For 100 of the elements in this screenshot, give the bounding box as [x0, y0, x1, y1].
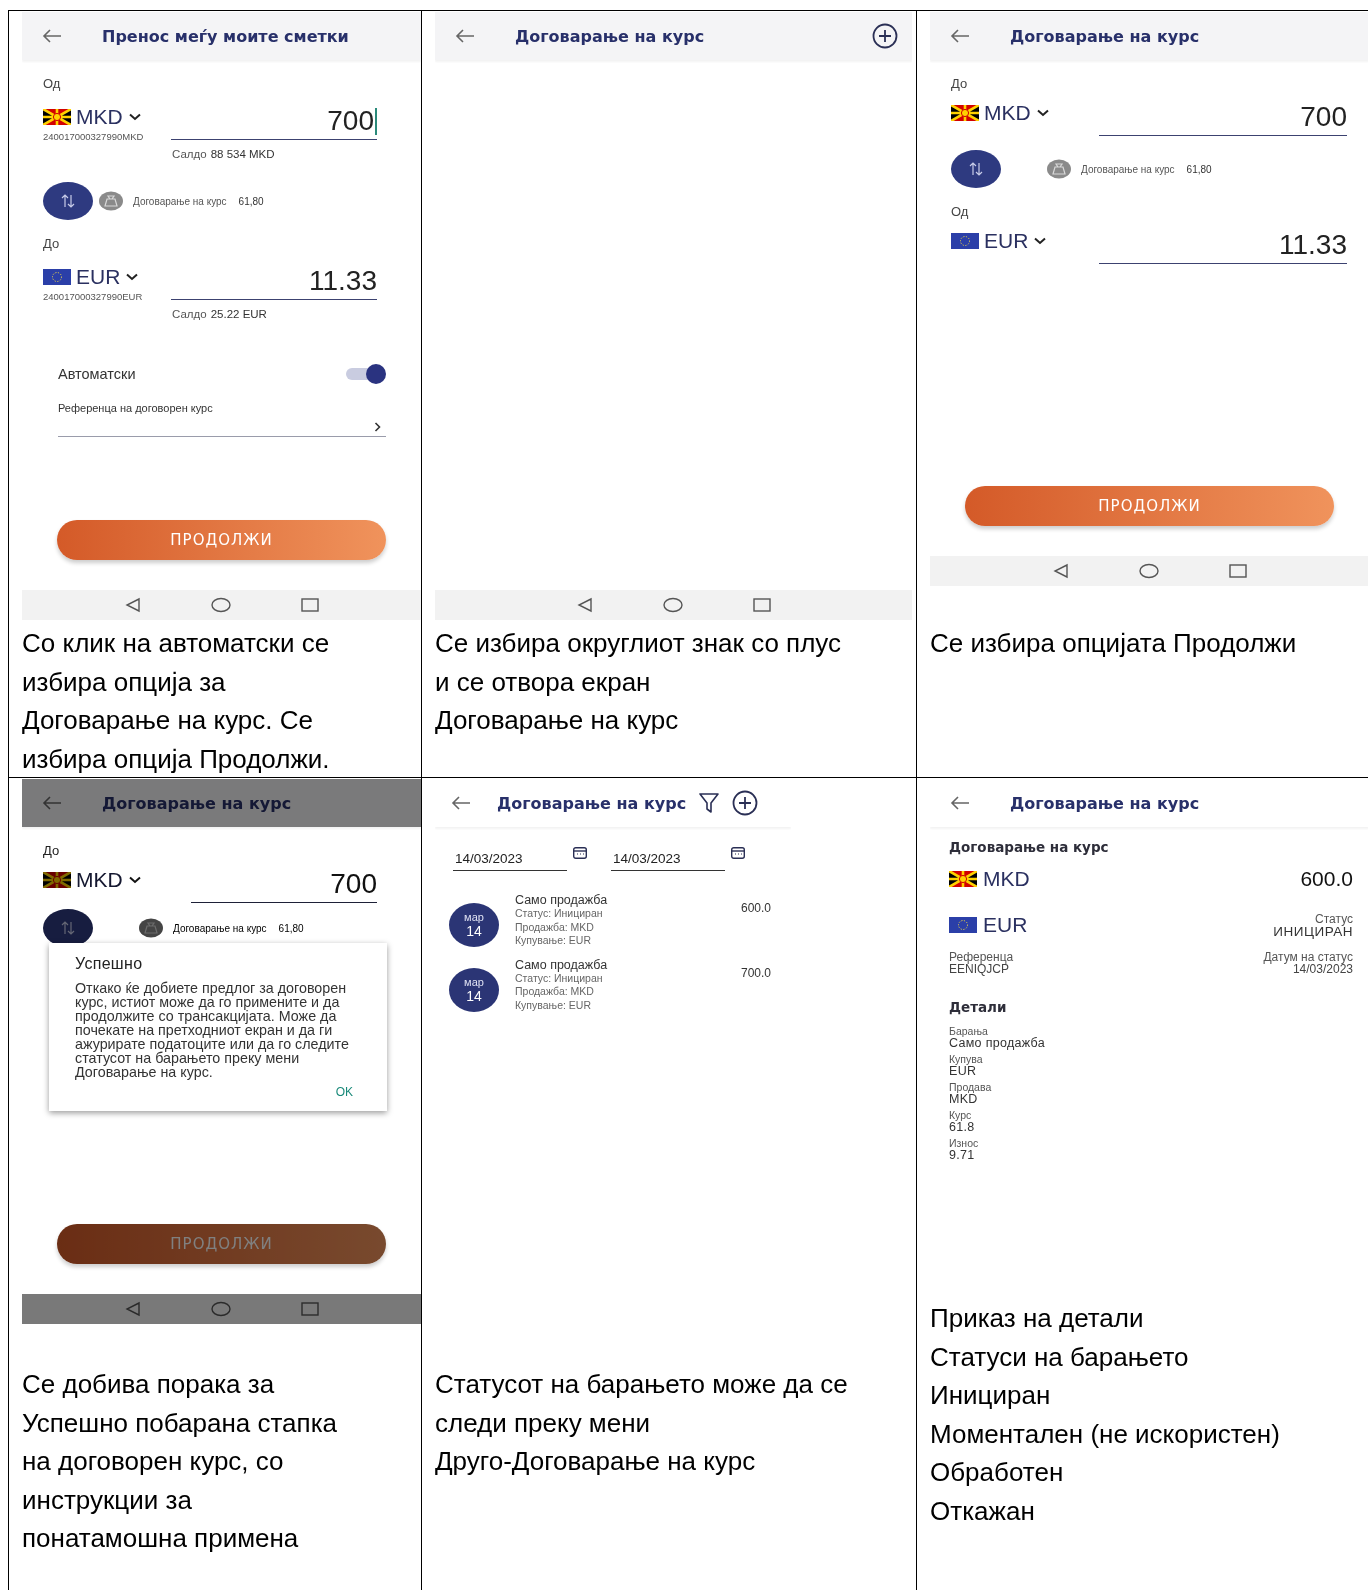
- currency-dropdown[interactable]: EUR: [951, 229, 1047, 253]
- nav-home-icon[interactable]: [210, 597, 231, 613]
- swap-arrows-icon: [61, 921, 75, 935]
- reference-field[interactable]: Референца на договорен курс: [58, 402, 386, 437]
- balance-label: Салдо: [172, 148, 207, 160]
- caption-text: Обработен: [930, 1456, 1065, 1490]
- money-bag-icon: [1047, 159, 1071, 179]
- balance-value: 88 534 MKD: [210, 148, 275, 160]
- detail-label: Продава: [949, 1081, 993, 1093]
- status-value: ИНИЦИРАН: [1273, 925, 1353, 939]
- nav-back-icon[interactable]: [124, 597, 141, 613]
- chevron-right-icon: [374, 422, 382, 432]
- caret-icon: [128, 876, 141, 884]
- detail-value: Само продажба: [949, 1037, 1046, 1049]
- list-item[interactable]: мар 14 Само продажба Статус: Иницирaн Продажба: MKD Купување: EUR 600.0: [449, 893, 791, 948]
- back-arrow-icon[interactable]: [455, 29, 475, 43]
- currency-dropdown[interactable]: EUR: [43, 265, 139, 289]
- detail-value: 61.8: [949, 1121, 976, 1133]
- caption-text: Инициран: [930, 1379, 1052, 1413]
- nav-back-icon[interactable]: [1052, 563, 1069, 579]
- caption-text: Се избира опцијата Продолжи: [930, 627, 1298, 660]
- status-label: Статус: [1315, 913, 1353, 925]
- caption-text: Се добива порака за Успешно побарана стапка на договорен курс, со инструкции за понатамошна примена: [22, 1368, 339, 1556]
- caret-icon: [126, 273, 139, 281]
- caption-text: Статуси на барањето: [930, 1340, 1190, 1374]
- currency-dropdown[interactable]: MKD: [43, 868, 141, 892]
- rate-label: Договарање на курс: [133, 195, 227, 207]
- screen-title: Договарање на курс: [497, 793, 687, 813]
- amount-field[interactable]: 11.33: [1099, 229, 1347, 264]
- nav-recents-icon[interactable]: [300, 598, 319, 612]
- toggle-label: Автоматски: [58, 366, 136, 382]
- amount-value: 600.0: [1300, 867, 1353, 891]
- field-label: Од: [951, 204, 970, 219]
- account-number: 240017000327990MKD: [43, 131, 145, 142]
- item-detail: Статус: Иницирaн: [515, 907, 604, 921]
- list-item[interactable]: мар 14 Само продажба Статус: Иницирaн Продажба: MKD Купување: EUR 700.0: [449, 957, 791, 1012]
- date-field[interactable]: 14/03/2023: [453, 843, 567, 871]
- nav-home-icon[interactable]: [662, 597, 683, 613]
- balance-value: 25.22 EUR: [210, 308, 267, 320]
- toggle-switch[interactable]: [346, 364, 386, 384]
- item-title: Само продажба: [515, 957, 609, 972]
- item-detail: Купување: EUR: [515, 998, 592, 1012]
- screen-title: Договарање на курс: [515, 26, 705, 46]
- dialog-message: Откако ќе добиете предлог за договорен курс, истиот може да го примените и да продолжите со трансакцијата. Може да почекате на претходниот екран и да ги ажурирате податоците или да го следите статусот на барањето преку мени Договарање на курс.: [75, 981, 350, 1079]
- caption-text: Статусот на барањето може да се следи преку мени Друго-Договарање на курс: [435, 1368, 849, 1479]
- caption-text: Се избира округлиот знак со плус и се отвора екран Договарање на курс: [435, 627, 843, 738]
- nav-home-icon[interactable]: [210, 1301, 231, 1317]
- money-bag-icon: [99, 191, 123, 211]
- detail-value: EUR: [949, 1065, 977, 1077]
- currency-code: MKD: [983, 867, 1030, 891]
- add-icon[interactable]: [872, 23, 898, 49]
- calendar-icon[interactable]: [573, 847, 587, 859]
- nav-back-icon[interactable]: [576, 597, 593, 613]
- swap-button[interactable]: [43, 182, 93, 220]
- flag-icon: [949, 871, 977, 887]
- day-label: 14: [466, 923, 482, 939]
- section-title: Договарање на курс: [949, 839, 1110, 855]
- date-field[interactable]: 14/03/2023: [611, 843, 725, 871]
- nav-home-icon[interactable]: [1138, 563, 1159, 579]
- rate-value: 61,80: [278, 922, 304, 934]
- detail-label: Барања: [949, 1025, 988, 1037]
- screen-title: Договарање на курс: [1010, 793, 1200, 813]
- currency-dropdown[interactable]: MKD: [951, 101, 1049, 125]
- amount-field[interactable]: 700: [171, 105, 377, 140]
- money-bag-icon: [139, 918, 163, 938]
- back-arrow-icon[interactable]: [950, 29, 970, 43]
- caption-text: Откажан: [930, 1494, 1036, 1528]
- amount-field[interactable]: 700: [1099, 101, 1347, 136]
- flag-icon: [43, 872, 71, 888]
- back-arrow-icon[interactable]: [950, 796, 970, 810]
- back-arrow-icon[interactable]: [42, 796, 62, 810]
- account-number: 240017000327990EUR: [43, 291, 144, 302]
- filter-icon[interactable]: [698, 792, 721, 814]
- flag-icon: [949, 917, 977, 933]
- section-title: Детали: [949, 999, 1008, 1015]
- dialog-title: Успешно: [75, 955, 144, 973]
- caption-text: Со клик на автоматски се избира опција за Договарање на курс. Се избира опција Продолжи.: [22, 627, 331, 776]
- amount-field[interactable]: 11.33: [171, 265, 377, 300]
- back-arrow-icon[interactable]: [451, 796, 471, 810]
- reference-value: EENIQJCP: [949, 963, 1009, 975]
- amount-field[interactable]: 700: [191, 868, 377, 903]
- field-label: До: [951, 76, 969, 91]
- detail-label: Купува: [949, 1053, 984, 1065]
- swap-arrows-icon: [61, 194, 75, 208]
- calendar-icon[interactable]: [731, 847, 745, 859]
- ok-button[interactable]: OK: [321, 1079, 367, 1101]
- nav-recents-icon[interactable]: [752, 598, 771, 612]
- back-arrow-icon[interactable]: [42, 29, 62, 43]
- swap-button[interactable]: [951, 150, 1001, 188]
- nav-back-icon[interactable]: [124, 1301, 141, 1317]
- item-title: Само продажба: [515, 893, 609, 907]
- item-detail: Продажба: MKD: [515, 985, 595, 999]
- nav-recents-icon[interactable]: [1228, 564, 1247, 578]
- add-icon[interactable]: [732, 790, 759, 816]
- field-label: Од: [43, 76, 62, 91]
- flag-icon: [43, 269, 71, 285]
- flag-icon: [43, 109, 71, 125]
- currency-dropdown[interactable]: MKD: [43, 105, 141, 129]
- caption-text: Приказ на детали: [930, 1302, 1145, 1335]
- swap-arrows-icon: [969, 162, 983, 176]
